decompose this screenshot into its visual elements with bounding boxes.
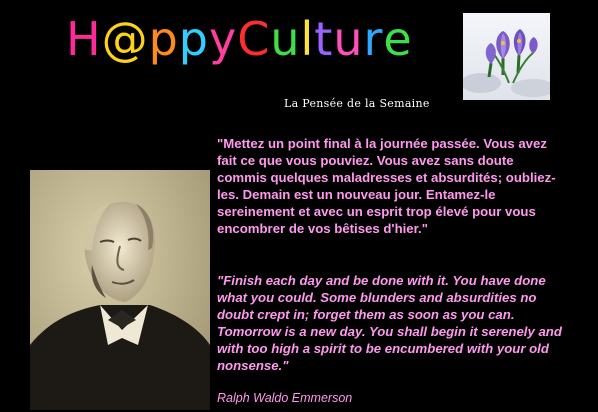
logo-letter: r [363, 12, 384, 66]
logo-letter: @ [101, 12, 149, 66]
logo-letter: C [237, 12, 271, 66]
logo-letter: u [333, 12, 364, 66]
logo-letter: l [300, 12, 315, 66]
logo-letter: u [270, 12, 301, 66]
logo-letter: H [66, 12, 102, 66]
logo-letter: p [178, 12, 209, 66]
logo-letter: e [383, 12, 413, 66]
crocus-flower-image [463, 13, 550, 100]
logo-letter: t [314, 12, 334, 66]
quote-author: Ralph Waldo Emmerson [217, 391, 353, 405]
logo-letter: y [209, 12, 238, 66]
quote-french: "Mettez un point final à la journée pass… [217, 136, 556, 236]
site-logo: H@ppyCulture [66, 16, 413, 62]
logo-letter: p [148, 12, 179, 66]
quote-english: "Finish each day and be done with it. Yo… [217, 273, 562, 373]
page-subtitle: La Pensée de la Semaine [284, 97, 430, 110]
author-portrait-image [30, 170, 210, 410]
